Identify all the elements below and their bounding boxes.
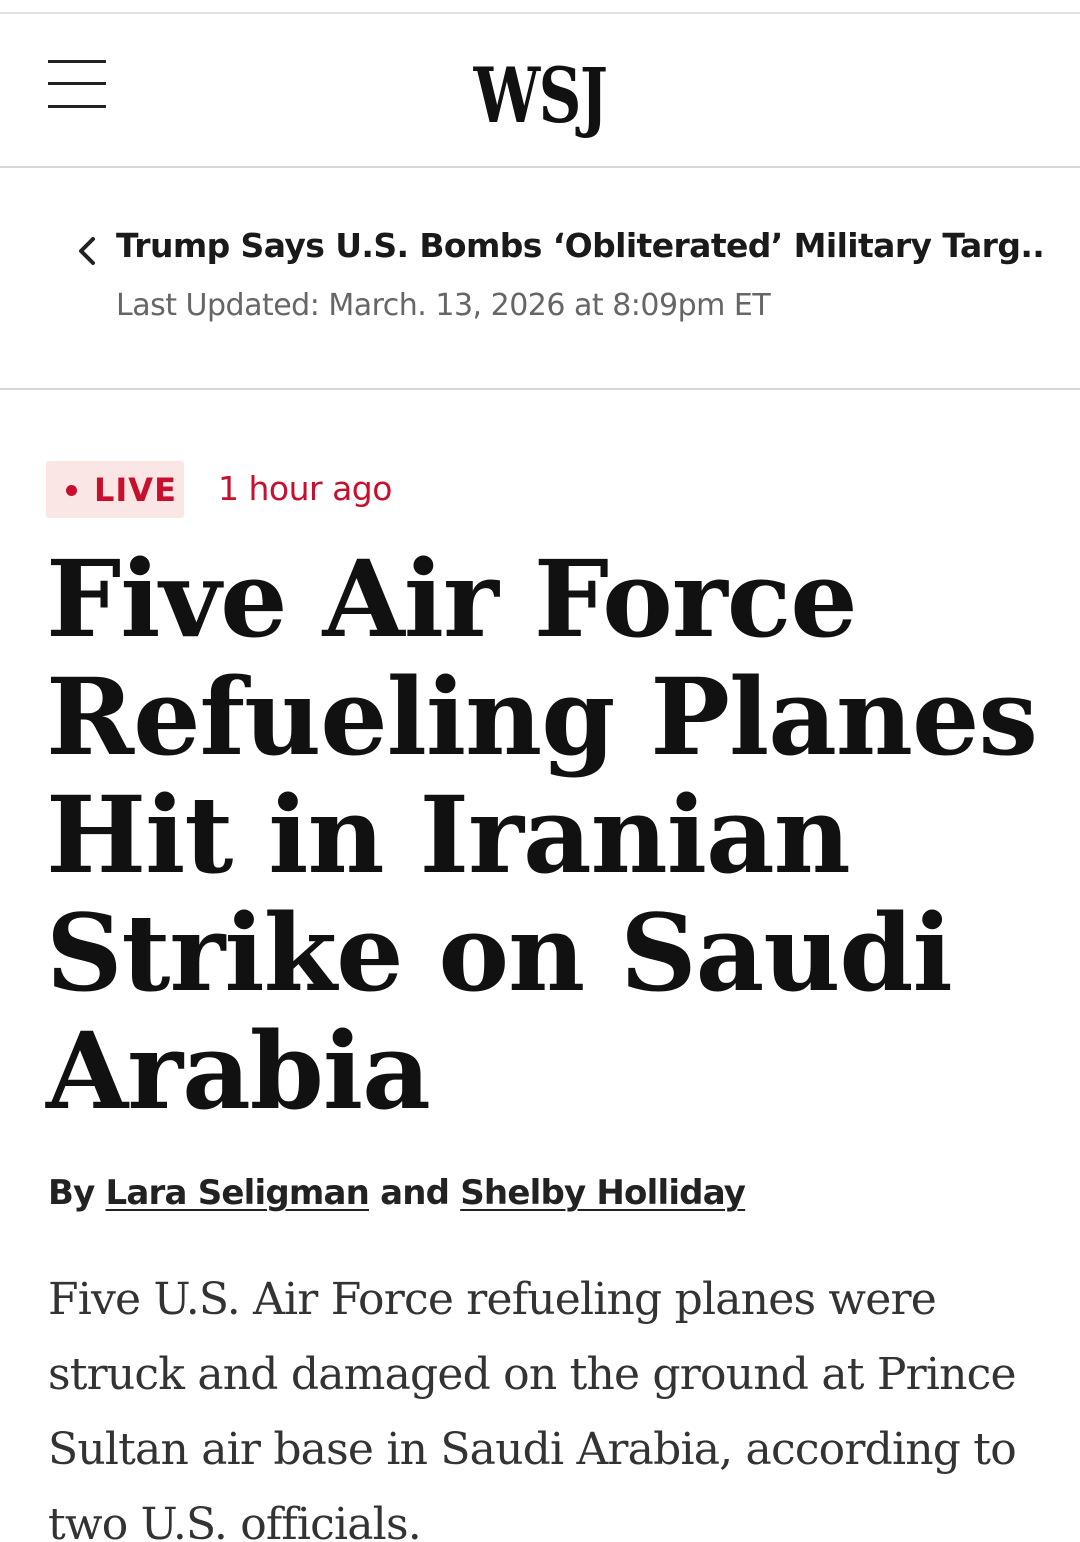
site-header: WSJ [0, 14, 1080, 166]
byline: By Lara Seligman and Shelby Holliday [48, 1170, 746, 1216]
author-link-shelby-holliday[interactable]: Shelby Holliday [460, 1173, 746, 1213]
chevron-left-icon[interactable] [72, 236, 102, 266]
hamburger-menu-icon[interactable] [48, 58, 108, 112]
live-label: LIVE [94, 471, 177, 509]
time-ago: 1 hour ago [218, 469, 392, 508]
live-badge: LIVE [46, 461, 184, 518]
article-body-paragraph: Five U.S. Air Force refueling planes wer… [48, 1274, 1017, 1542]
article-headline: Five Air Force Refueling Planes Hit in I… [46, 536, 1038, 1133]
wsj-logo[interactable]: WSJ [423, 54, 657, 138]
menu-line [48, 82, 106, 85]
parent-story-title[interactable]: Trump Says U.S. Bombs ‘Obliterated’ Mili… [116, 224, 1046, 268]
back-to-live-coverage-link[interactable]: Trump Says U.S. Bombs ‘Obliterated’ Mili… [0, 168, 1080, 388]
nav-divider [0, 388, 1080, 390]
menu-line [48, 105, 106, 108]
live-dot-icon [66, 485, 77, 496]
menu-line [48, 60, 106, 63]
byline-prefix: By [48, 1173, 95, 1213]
last-updated-timestamp: Last Updated: March. 13, 2026 at 8:09pm … [116, 288, 771, 323]
byline-conjunction: and [380, 1173, 450, 1213]
author-link-lara-seligman[interactable]: Lara Seligman [106, 1173, 370, 1213]
